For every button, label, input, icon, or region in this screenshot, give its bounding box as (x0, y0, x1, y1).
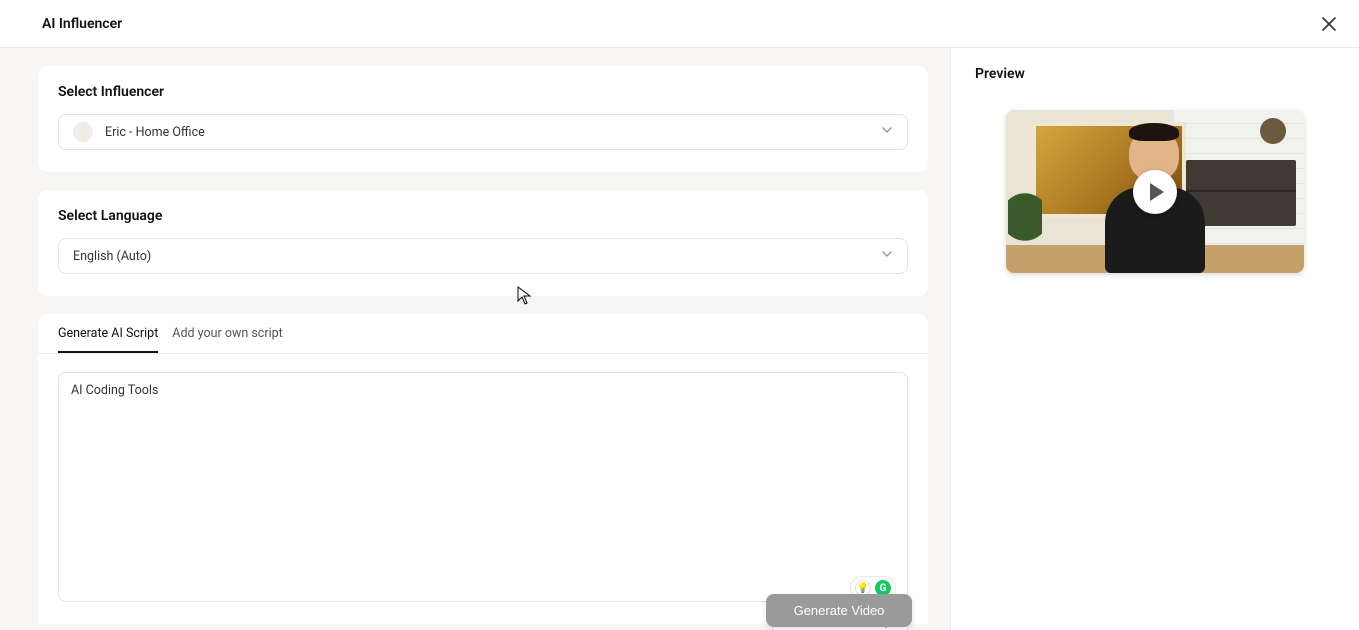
chevron-down-icon (881, 248, 893, 264)
script-area-wrap (38, 354, 928, 624)
language-card: Select Language English (Auto) (38, 190, 928, 296)
language-section-title: Select Language (58, 208, 908, 224)
influencer-card: Select Influencer Eric - Home Office (38, 66, 928, 172)
page-title: AI Influencer (42, 16, 122, 32)
body: Select Influencer Eric - Home Office Sel… (0, 48, 1359, 630)
preview-column: Preview (951, 48, 1359, 630)
modal-header: AI Influencer (0, 0, 1359, 48)
close-button[interactable] (1319, 14, 1339, 34)
preview-globe (1260, 118, 1286, 144)
language-selected-label: English (Auto) (73, 249, 151, 264)
script-textarea[interactable] (58, 372, 908, 602)
tab-generate-ai-script[interactable]: Generate AI Script (58, 314, 158, 353)
influencer-section-title: Select Influencer (58, 84, 908, 100)
chevron-down-icon (881, 124, 893, 140)
influencer-selected-label: Eric - Home Office (105, 125, 205, 140)
influencer-select[interactable]: Eric - Home Office (58, 114, 908, 150)
generate-video-button[interactable]: Generate Video (766, 594, 912, 627)
language-select[interactable]: English (Auto) (58, 238, 908, 274)
tab-add-own-script[interactable]: Add your own script (172, 314, 282, 353)
preview-title: Preview (975, 66, 1335, 82)
form-scroll[interactable]: Select Influencer Eric - Home Office Sel… (0, 66, 950, 630)
play-icon (1150, 183, 1164, 201)
avatar-icon (73, 122, 93, 142)
play-button[interactable] (1133, 170, 1177, 214)
close-icon (1322, 17, 1336, 31)
preview-video[interactable] (1006, 110, 1304, 273)
script-tabs: Generate AI Script Add your own script (38, 314, 928, 354)
script-card: Generate AI Script Add your own script (38, 314, 928, 624)
form-column: Select Influencer Eric - Home Office Sel… (0, 48, 951, 630)
